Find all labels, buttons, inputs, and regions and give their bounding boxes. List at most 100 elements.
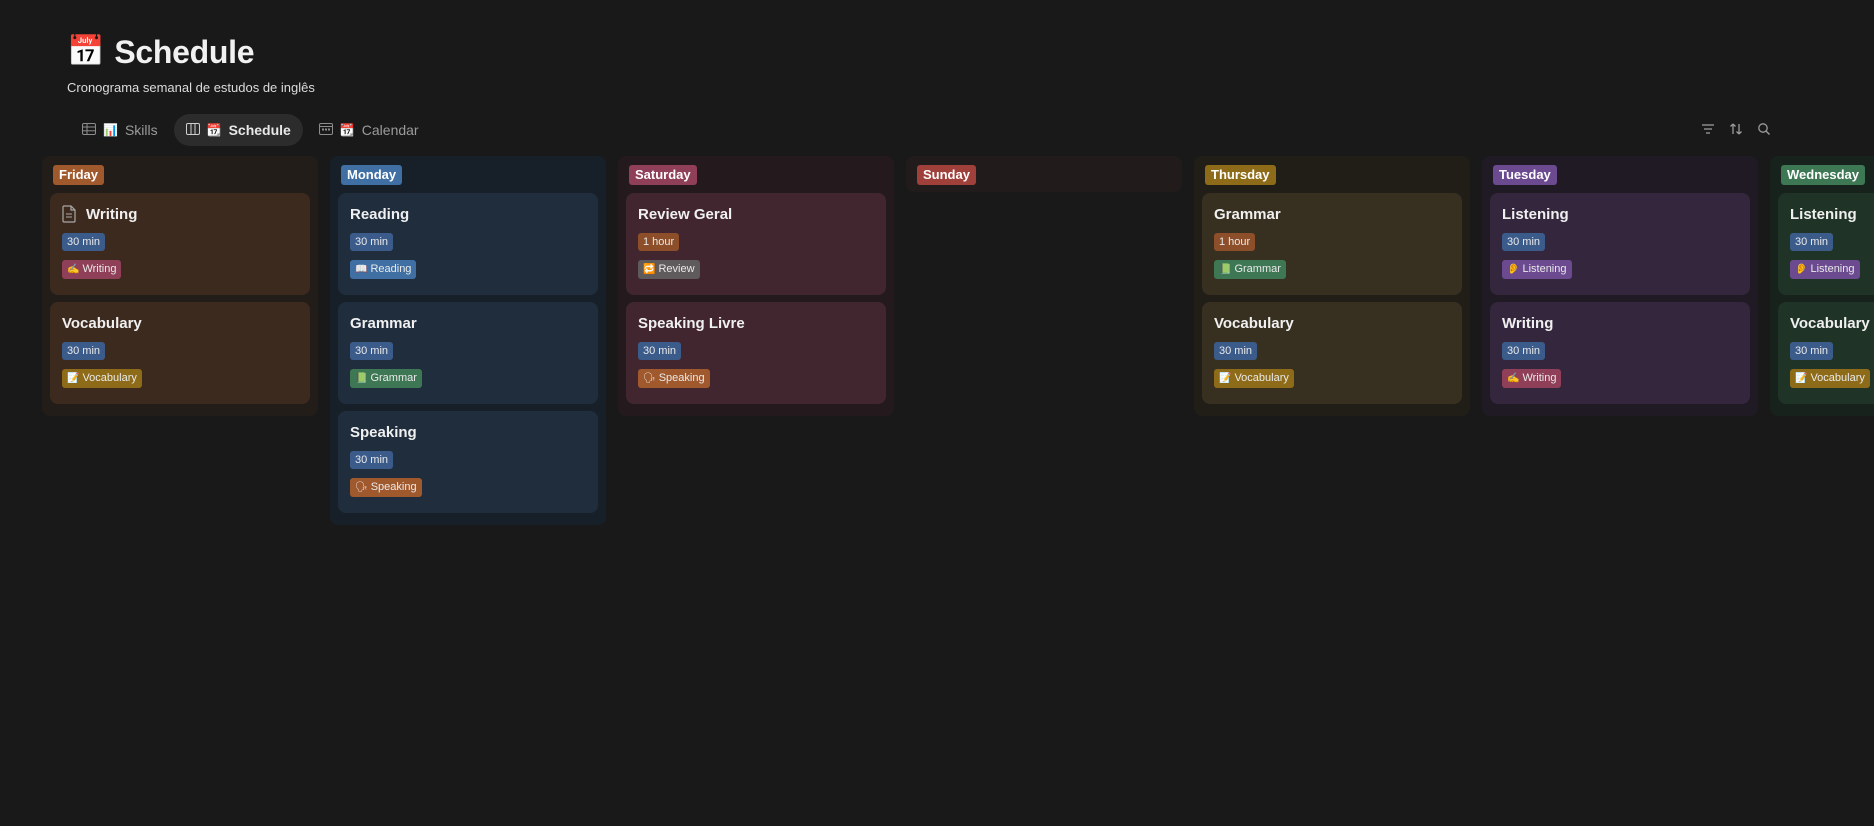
tab-schedule[interactable]: 📆 Schedule xyxy=(173,114,303,146)
duration-badge: 30 min xyxy=(1502,233,1546,251)
card-title-text: Writing xyxy=(1502,314,1554,332)
day-tag-wednesday[interactable]: Wednesday xyxy=(1781,165,1866,185)
card-title: Vocabulary xyxy=(1214,313,1450,333)
view-tabs: 📊 Skills 📆 Schedule 📆 Calendar xyxy=(70,114,431,146)
skill-tag-label: Listening xyxy=(1810,263,1855,275)
skill-tag-label: Vocabulary xyxy=(1234,372,1289,384)
duration-row: 30 min xyxy=(1790,224,1874,251)
skill-tag: 📖 Reading xyxy=(350,260,417,279)
speaking-head-icon: 🗣 xyxy=(643,373,656,384)
tab-skills-emoji: 📊 xyxy=(103,123,118,137)
writing-hand-icon: ✍️ xyxy=(1507,373,1520,384)
tab-calendar-label: Calendar xyxy=(361,122,419,138)
skill-tag-label: Reading xyxy=(370,263,412,275)
card[interactable]: Listening 30 min 👂 Listening xyxy=(1778,193,1874,295)
card-title-text: Listening xyxy=(1790,205,1857,223)
page-title[interactable]: Schedule xyxy=(114,30,254,74)
writing-hand-icon: ✍️ xyxy=(67,264,80,275)
ear-icon: 👂 xyxy=(1795,264,1808,275)
card[interactable]: Listening 30 min 👂 Listening xyxy=(1490,193,1750,295)
duration-row: 30 min xyxy=(1502,224,1738,251)
column-sunday: Sunday xyxy=(906,156,1182,192)
skill-tag-label: Listening xyxy=(1522,263,1567,275)
skill-tag-label: Speaking xyxy=(370,481,417,493)
card[interactable]: Reading 30 min 📖 Reading xyxy=(338,193,598,295)
tab-skills-label: Skills xyxy=(124,122,158,138)
card[interactable]: Vocabulary 30 min 📝 Vocabulary xyxy=(1202,302,1462,404)
column-header: Monday xyxy=(341,164,598,186)
card-title: Review Geral xyxy=(638,204,874,224)
duration-row: 30 min xyxy=(350,224,586,251)
skill-tag-label: Grammar xyxy=(1234,263,1281,275)
day-tag-thursday[interactable]: Thursday xyxy=(1205,165,1276,185)
repeat-icon: 🔁 xyxy=(643,264,656,275)
memo-icon: 📝 xyxy=(1219,373,1232,384)
page-description[interactable]: Cronograma semanal de estudos de inglês xyxy=(67,80,315,95)
skill-tag: 🗣 Speaking xyxy=(350,478,422,497)
day-tag-sunday[interactable]: Sunday xyxy=(917,165,976,185)
column-header: Tuesday xyxy=(1493,164,1750,186)
duration-row: 1 hour xyxy=(638,224,874,251)
skill-row: 🗣 Speaking xyxy=(638,360,874,388)
card-title-text: Vocabulary xyxy=(1790,314,1870,332)
card[interactable]: Speaking 30 min 🗣 Speaking xyxy=(338,411,598,513)
skill-tag: 📝 Vocabulary xyxy=(62,369,142,388)
column-tuesday: Tuesday Listening 30 min 👂 Listening Writ… xyxy=(1482,156,1758,416)
skill-tag-label: Vocabulary xyxy=(82,372,137,384)
book-icon: 📖 xyxy=(355,264,368,275)
skill-row: 🗣 Speaking xyxy=(350,469,586,497)
tab-skills[interactable]: 📊 Skills xyxy=(70,114,170,146)
tab-calendar-emoji: 📆 xyxy=(339,123,355,137)
card[interactable]: Writing 30 min ✍️ Writing xyxy=(1490,302,1750,404)
calendar-emoji-icon: 📅 xyxy=(67,35,105,68)
card-title-text: Vocabulary xyxy=(62,314,142,332)
skill-tag: 📗 Grammar xyxy=(350,369,422,388)
document-icon xyxy=(62,205,79,223)
duration-badge: 30 min xyxy=(1790,342,1834,360)
column-wednesday: Wednesday Listening 30 min 👂 Listening Vo… xyxy=(1770,156,1874,416)
skill-row: 📝 Vocabulary xyxy=(1790,360,1874,388)
skill-tag-label: Grammar xyxy=(370,372,417,384)
card-title-text: Grammar xyxy=(350,314,417,332)
skill-tag: 👂 Listening xyxy=(1790,260,1860,279)
filter-icon[interactable] xyxy=(1699,119,1717,139)
skill-tag-label: Vocabulary xyxy=(1810,372,1865,384)
day-tag-tuesday[interactable]: Tuesday xyxy=(1493,165,1557,185)
card[interactable]: Grammar 30 min 📗 Grammar xyxy=(338,302,598,404)
board: Friday Writing 30 min ✍️ Writing Vocabula… xyxy=(42,156,1874,826)
day-tag-saturday[interactable]: Saturday xyxy=(629,165,697,185)
duration-badge: 30 min xyxy=(1790,233,1834,251)
skill-tag: 🗣 Speaking xyxy=(638,369,710,388)
card[interactable]: Vocabulary 30 min 📝 Vocabulary xyxy=(1778,302,1874,404)
column-header: Wednesday xyxy=(1781,164,1874,186)
duration-badge: 30 min xyxy=(62,233,106,251)
card-title: Grammar xyxy=(350,313,586,333)
card[interactable]: Grammar 1 hour 📗 Grammar xyxy=(1202,193,1462,295)
skill-row: 🔁 Review xyxy=(638,251,874,279)
duration-row: 30 min xyxy=(62,224,298,251)
skill-tag-label: Review xyxy=(658,263,695,275)
search-icon[interactable] xyxy=(1755,119,1773,139)
column-header: Sunday xyxy=(917,164,1174,186)
card[interactable]: Vocabulary 30 min 📝 Vocabulary xyxy=(50,302,310,404)
skill-tag: 📝 Vocabulary xyxy=(1214,369,1294,388)
duration-row: 30 min xyxy=(62,333,298,360)
duration-row: 30 min xyxy=(350,442,586,469)
skill-tag: ✍️ Writing xyxy=(1502,369,1562,388)
board-icon xyxy=(185,122,200,138)
card[interactable]: Writing 30 min ✍️ Writing xyxy=(50,193,310,295)
sort-icon[interactable] xyxy=(1727,119,1745,139)
day-tag-friday[interactable]: Friday xyxy=(53,165,105,185)
tab-calendar[interactable]: 📆 Calendar xyxy=(307,114,431,146)
skill-tag-label: Writing xyxy=(82,263,117,275)
card-title-text: Listening xyxy=(1502,205,1569,223)
card-title: Vocabulary xyxy=(62,313,298,333)
duration-badge: 1 hour xyxy=(1214,233,1256,251)
column-thursday: Thursday Grammar 1 hour 📗 Grammar Vocabul… xyxy=(1194,156,1470,416)
ear-icon: 👂 xyxy=(1507,264,1520,275)
speaking-head-icon: 🗣 xyxy=(355,482,368,493)
card[interactable]: Review Geral 1 hour 🔁 Review xyxy=(626,193,886,295)
day-tag-monday[interactable]: Monday xyxy=(341,165,403,185)
skill-row: 📗 Grammar xyxy=(1214,251,1450,279)
card[interactable]: Speaking Livre 30 min 🗣 Speaking xyxy=(626,302,886,404)
